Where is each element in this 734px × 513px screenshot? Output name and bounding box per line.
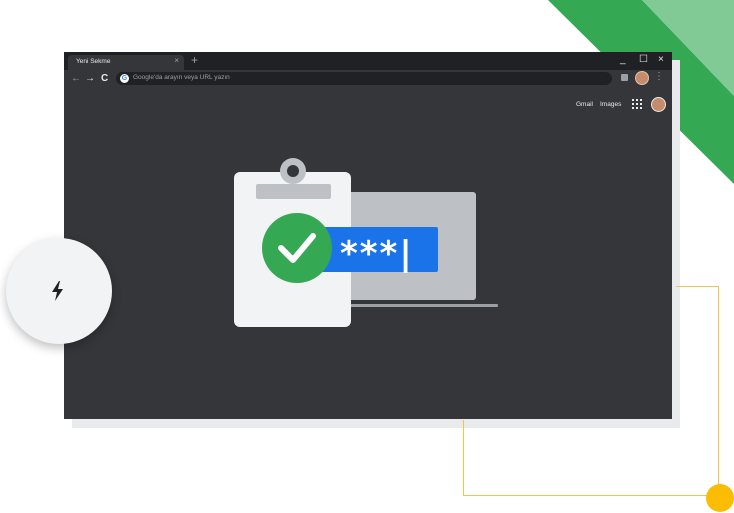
- checkmark-icon: [262, 213, 332, 283]
- yellow-line: [463, 420, 464, 496]
- password-checkup-illustration: ***|: [234, 158, 498, 327]
- browser-window: Yeni Sekme × + _ ☐ × ← → C G Google'da a…: [64, 52, 672, 419]
- yellow-line: [463, 495, 719, 496]
- clipboard-clip: [256, 184, 331, 199]
- yellow-line: [676, 286, 719, 287]
- lightning-badge: [6, 238, 112, 344]
- password-mask: ***|: [340, 234, 414, 274]
- yellow-dot: [706, 484, 734, 512]
- lightning-bolt-icon: [52, 281, 63, 301]
- yellow-line: [718, 286, 719, 496]
